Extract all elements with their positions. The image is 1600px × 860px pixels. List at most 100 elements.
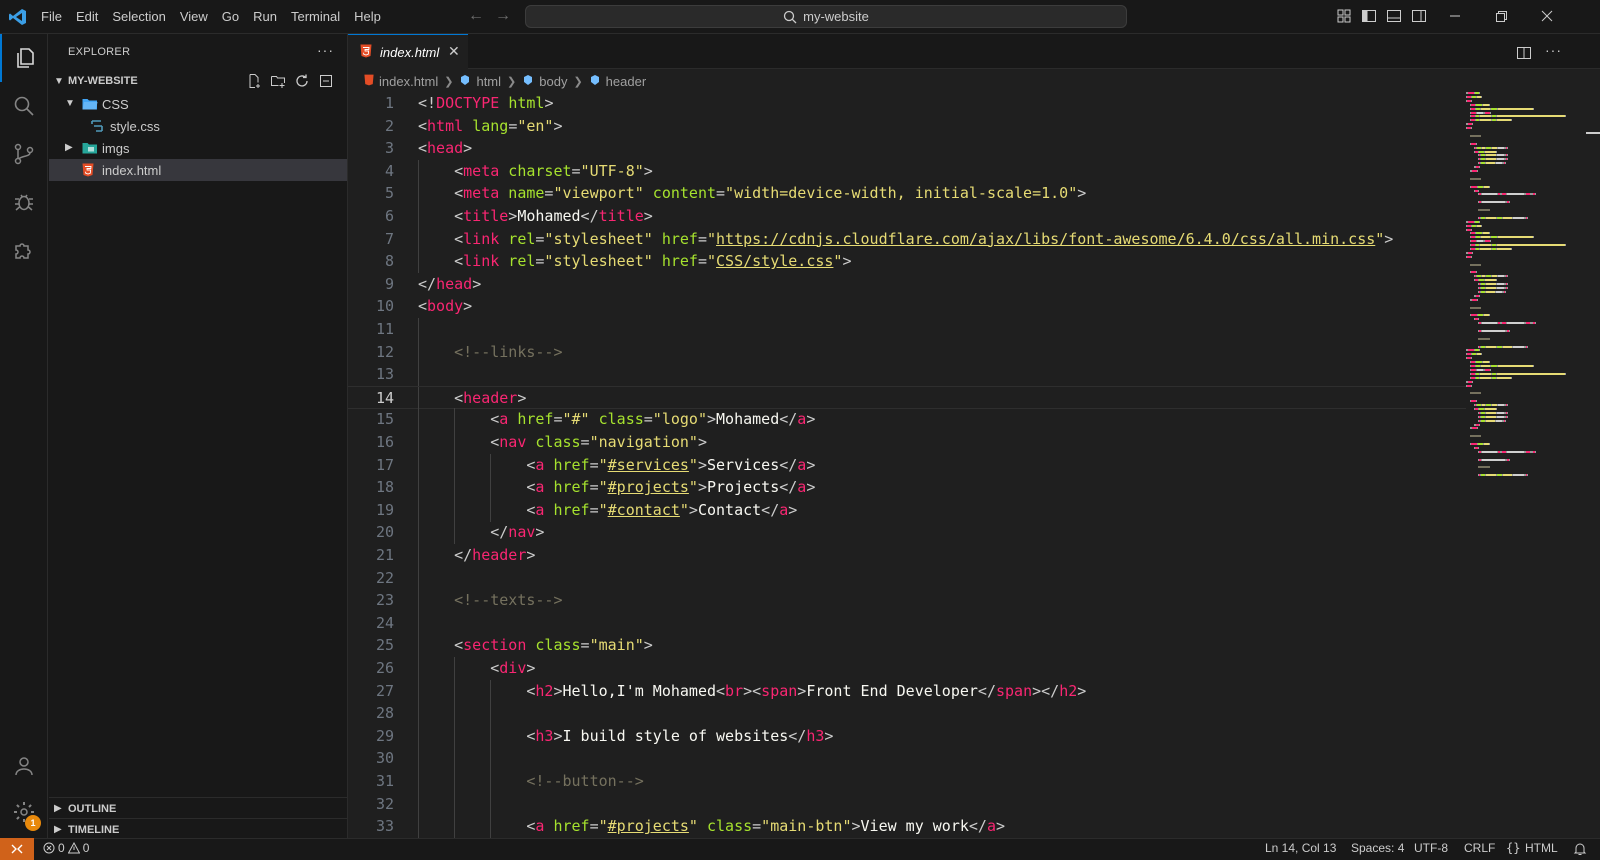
code-line[interactable]: 31 <!--button-->: [348, 770, 1466, 793]
code-line[interactable]: 13: [348, 363, 1466, 387]
breadcrumb-item[interactable]: header: [589, 74, 646, 89]
source-control-activity-button[interactable]: [0, 130, 48, 178]
tree-item-css[interactable]: ▼ CSS: [49, 93, 347, 115]
editor-more-actions-icon[interactable]: ···: [1545, 42, 1562, 58]
refresh-icon[interactable]: [294, 73, 310, 89]
indent-guide: [454, 724, 456, 748]
code-line[interactable]: 1 <!DOCTYPE html>: [348, 92, 1466, 115]
code-line[interactable]: 27 <h2>Hello,I'm Mohamed<br><span>Front E…: [348, 679, 1466, 703]
code-line[interactable]: 19 <a href="#contact">Contact</a>: [348, 498, 1466, 522]
code-line[interactable]: 9 </head>: [348, 273, 1466, 296]
minimap-token: [1503, 345, 1512, 348]
code-line[interactable]: 24: [348, 611, 1466, 635]
extensions-activity-button[interactable]: [0, 226, 48, 274]
tree-item-index-html[interactable]: index.html: [49, 159, 347, 181]
explorer-activity-button[interactable]: [0, 34, 48, 82]
code-line[interactable]: 26 <div>: [348, 657, 1466, 680]
code-line[interactable]: 10 <body>: [348, 295, 1466, 318]
code-line[interactable]: 18 <a href="#projects">Projects</a>: [348, 476, 1466, 500]
breadcrumb-item[interactable]: index.html: [364, 74, 438, 89]
line-source: <nav class="navigation">: [490, 431, 707, 454]
menu-go[interactable]: Go: [215, 0, 246, 34]
code-line[interactable]: 20 </nav>: [348, 521, 1466, 545]
menu-run[interactable]: Run: [246, 0, 284, 34]
run-debug-activity-button[interactable]: [0, 178, 48, 226]
menu-help[interactable]: Help: [347, 0, 388, 34]
code-token: >: [806, 478, 816, 497]
tree-item-imgs[interactable]: ▶ imgs: [49, 137, 347, 159]
code-line[interactable]: 28: [348, 702, 1466, 726]
menu-edit[interactable]: Edit: [69, 0, 105, 34]
collapse-all-icon[interactable]: [318, 73, 334, 89]
split-editor-icon[interactable]: [1516, 45, 1532, 61]
code-line[interactable]: 3 <head>: [348, 137, 1466, 160]
new-file-icon[interactable]: [246, 73, 262, 89]
code-line[interactable]: 11: [348, 318, 1466, 341]
search-activity-button[interactable]: [0, 82, 48, 130]
menu-file[interactable]: File: [34, 0, 69, 34]
menu-terminal[interactable]: Terminal: [284, 0, 347, 34]
code-line[interactable]: 25 <section class="main">: [348, 634, 1466, 658]
code-token: body: [427, 297, 464, 316]
remote-indicator[interactable]: [0, 838, 34, 860]
toggle-secondary-sidebar-icon[interactable]: [1411, 8, 1427, 24]
code-line[interactable]: 29 <h3>I build style of websites</h3>: [348, 724, 1466, 748]
breadcrumb-item[interactable]: html: [459, 74, 501, 89]
menu-selection[interactable]: Selection: [105, 0, 172, 34]
code-line[interactable]: 33 <a href="#projects" class="main-btn">V…: [348, 815, 1466, 838]
toggle-panel-icon[interactable]: [1386, 8, 1402, 24]
minimap-token: [1498, 376, 1510, 379]
code-line[interactable]: 17 <a href="#services">Services</a>: [348, 453, 1466, 477]
more-actions-icon[interactable]: ···: [317, 42, 334, 58]
indentation-setting[interactable]: Spaces: 4: [1351, 841, 1404, 855]
eol-setting[interactable]: CRLF: [1464, 841, 1495, 855]
code-line[interactable]: 32: [348, 792, 1466, 816]
code-line[interactable]: 16 <nav class="navigation">: [348, 431, 1466, 454]
minimize-icon[interactable]: [1447, 8, 1463, 24]
cursor-position[interactable]: Ln 14, Col 13: [1265, 841, 1336, 855]
command-center-search[interactable]: my-website: [525, 5, 1127, 28]
code-line[interactable]: 5 <meta name="viewport" content="width=de…: [348, 182, 1466, 206]
minimap[interactable]: [1466, 92, 1600, 838]
code-line[interactable]: 12 <!--links-->: [348, 340, 1466, 364]
tree-item-style-css[interactable]: style.css: [49, 115, 347, 137]
minimap-token: [1533, 365, 1534, 367]
menu-view[interactable]: View: [173, 0, 215, 34]
outline-section[interactable]: ▶ OUTLINE: [49, 797, 347, 819]
toggle-primary-sidebar-icon[interactable]: [1361, 8, 1377, 24]
code-line[interactable]: 2 <html lang="en">: [348, 115, 1466, 138]
accounts-activity-button[interactable]: [0, 742, 48, 790]
close-tab-icon[interactable]: ✕: [448, 43, 460, 60]
timeline-section[interactable]: ▶ TIMELINE: [49, 818, 347, 840]
forward-arrow-icon[interactable]: →: [495, 7, 511, 25]
problems-indicator[interactable]: 0 0: [43, 841, 89, 855]
code-line[interactable]: 23 <!--texts-->: [348, 589, 1466, 613]
code-line[interactable]: 30: [348, 747, 1466, 771]
code-token: head: [427, 139, 464, 158]
breadcrumb-item[interactable]: body: [522, 74, 567, 89]
code-line[interactable]: 15 <a href="#" class="logo">Mohamed</a>: [348, 408, 1466, 432]
code-line[interactable]: 4 <meta charset="UTF-8">: [348, 159, 1466, 183]
language-mode[interactable]: HTML: [1525, 841, 1558, 855]
code-line[interactable]: 6 <title>Mohamed</title>: [348, 205, 1466, 228]
scrollbar-indicator[interactable]: [1586, 132, 1600, 134]
new-folder-icon[interactable]: [270, 73, 286, 89]
code-line[interactable]: 22: [348, 566, 1466, 590]
notifications-bell-icon[interactable]: [1573, 842, 1587, 856]
code-token: lang: [472, 116, 509, 135]
back-arrow-icon[interactable]: ←: [468, 7, 484, 25]
encoding-setting[interactable]: UTF-8: [1414, 841, 1448, 855]
code-line[interactable]: 8 <link rel="stylesheet" href="CSS/style.…: [348, 250, 1466, 274]
restore-icon[interactable]: [1493, 8, 1509, 24]
code-editor[interactable]: 1 <!DOCTYPE html> 2 <html lang="en"> 3 <head>…: [348, 92, 1466, 838]
manage-activity-button[interactable]: [0, 788, 48, 836]
minimap-token: [1507, 275, 1508, 278]
customize-layout-icon[interactable]: [1336, 8, 1352, 24]
code-line[interactable]: 21 </header>: [348, 544, 1466, 567]
close-window-icon[interactable]: [1539, 8, 1555, 24]
minimap-token: [1498, 244, 1564, 247]
code-token: >: [788, 500, 798, 519]
minimap-token: [1535, 450, 1536, 453]
code-line[interactable]: 7 <link rel="stylesheet" href="https://cd…: [348, 227, 1466, 251]
code-line[interactable]: 14 <header>: [348, 385, 1466, 410]
